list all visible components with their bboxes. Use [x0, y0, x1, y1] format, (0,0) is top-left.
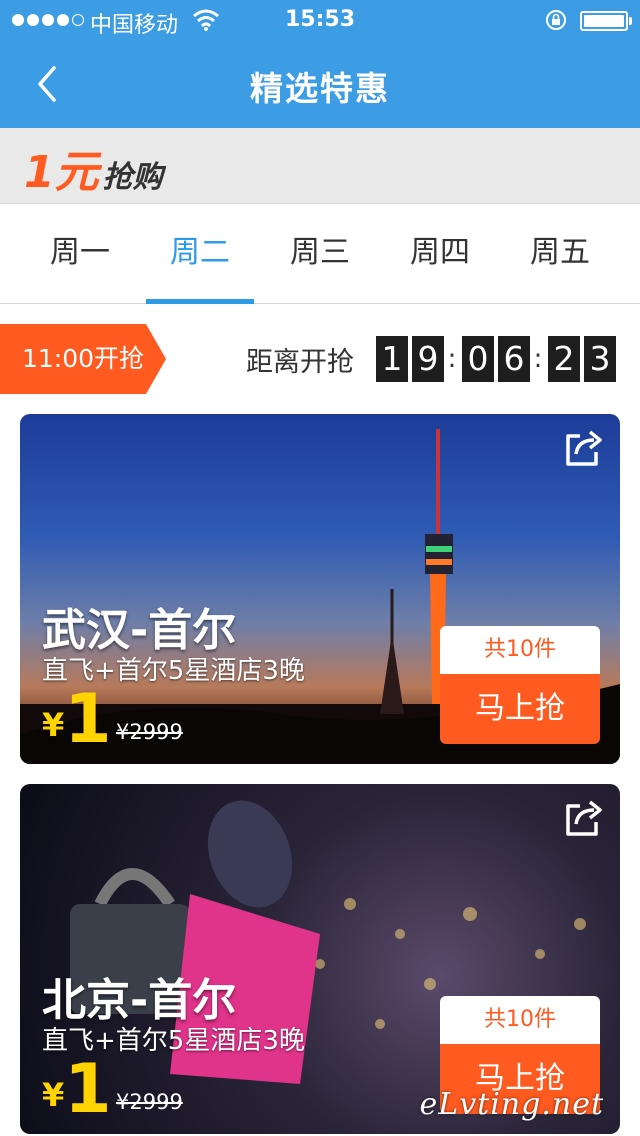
share-icon[interactable] [562, 426, 606, 470]
deal-price: ¥1 [42, 680, 112, 759]
tab-friday[interactable]: 周五 [500, 204, 620, 304]
tab-monday[interactable]: 周一 [20, 204, 140, 304]
orientation-lock-icon [546, 10, 566, 30]
deal-card[interactable]: 北京-首尔 直飞+首尔5星酒店3晚 ¥1 ¥2999 共10件 马上抢 eLvt… [20, 784, 620, 1134]
share-icon[interactable] [562, 796, 606, 840]
weekday-tabs: 周一 周二 周三 周四 周五 [0, 204, 640, 304]
stock-count: 共10件 [440, 626, 600, 674]
buy-now-label: 马上抢 [440, 674, 600, 744]
promo-label: 抢购 [102, 160, 163, 195]
stock-count: 共10件 [440, 996, 600, 1044]
promo-price: 1元 [24, 147, 99, 198]
countdown-separator: : [533, 344, 543, 374]
deal-route: 武汉-首尔 [42, 605, 237, 656]
currency-symbol: ¥ [42, 1076, 65, 1114]
deal-route: 北京-首尔 [42, 975, 237, 1026]
deal-card[interactable]: 武汉-首尔 直飞+首尔5星酒店3晚 ¥1 ¥2999 共10件 马上抢 [20, 414, 620, 764]
countdown-digit: 6 [498, 336, 530, 382]
battery-icon [580, 11, 632, 31]
original-price: ¥2999 [116, 720, 183, 744]
watermark: eLvting.net [419, 1087, 604, 1122]
countdown-separator: : [447, 344, 457, 374]
promo-text: 1元 抢购 [24, 136, 163, 200]
countdown-digit: 3 [584, 336, 616, 382]
deal-price: ¥1 [42, 1050, 112, 1129]
original-price: ¥2999 [116, 1090, 183, 1114]
tab-thursday[interactable]: 周四 [380, 204, 500, 304]
tab-tuesday[interactable]: 周二 [140, 204, 260, 304]
price-value: 1 [64, 680, 112, 759]
countdown-digit: 2 [548, 336, 580, 382]
page-title: 精选特惠 [250, 69, 390, 108]
currency-symbol: ¥ [42, 706, 65, 744]
top-bar: 中国移动 15:53 精选特惠 [0, 0, 640, 128]
buy-now-button[interactable]: 共10件 马上抢 [440, 626, 600, 744]
status-bar: 中国移动 15:53 [0, 0, 640, 40]
countdown-label: 距离开抢 [246, 347, 354, 378]
tab-wednesday[interactable]: 周三 [260, 204, 380, 304]
countdown-digit: 9 [412, 336, 444, 382]
start-time-tag: 11:00开抢 [0, 324, 166, 394]
countdown-digit: 0 [462, 336, 494, 382]
promo-banner: 1元 抢购 [0, 128, 640, 204]
price-value: 1 [64, 1050, 112, 1129]
countdown-digit: 1 [376, 336, 408, 382]
start-time-label: 11:00开抢 [22, 344, 145, 373]
countdown-timer: 1 9 : 0 6 : 2 3 [376, 336, 620, 382]
